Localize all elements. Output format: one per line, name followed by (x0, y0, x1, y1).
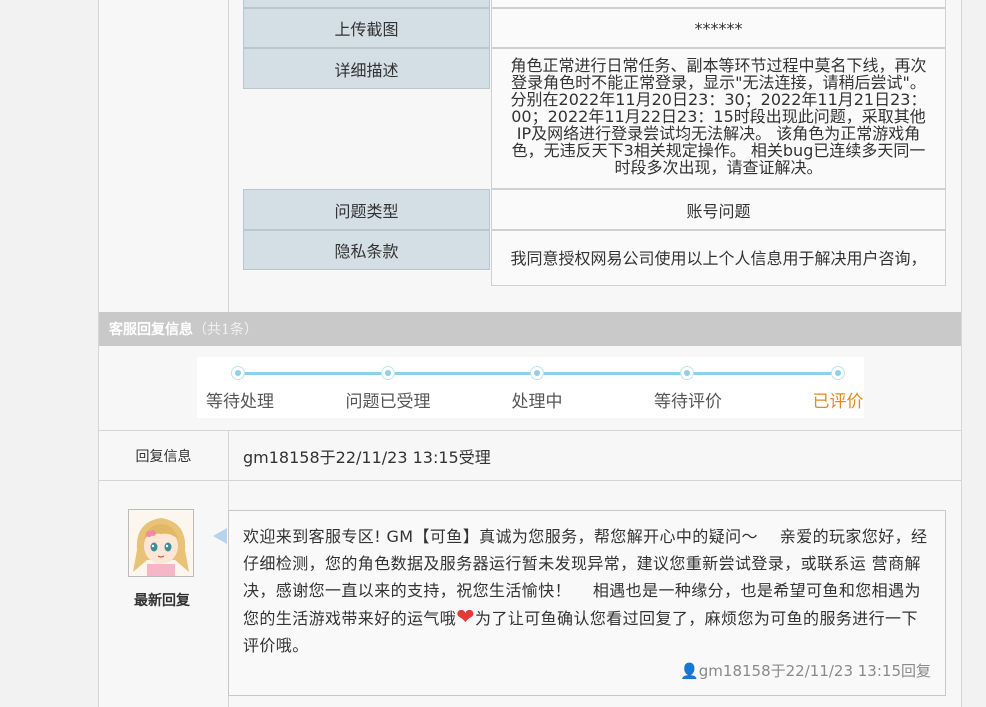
latest-reply-caption: 最新回复 (134, 593, 190, 609)
heart-icon: ❤ (456, 605, 476, 630)
label-privacy: 隐私条款 (243, 230, 490, 270)
reply-info-text: gm18158于22/11/23 13:15受理 (243, 448, 491, 467)
label-issue-type: 问题类型 (243, 189, 490, 230)
progress-step-awaiting-rating: 等待评价 (654, 392, 722, 412)
reply-section-header: 客服回复信息 （共1条） (99, 312, 961, 346)
progress-dot-5 (831, 366, 845, 380)
user-icon: 👤 (680, 662, 699, 680)
reply-bubble: 欢迎来到客服专区! GM【可鱼】真诚为您服务，帮您解开心中的疑问～ 亲爱的玩家您… (228, 510, 946, 696)
progress-dot-2 (381, 366, 395, 380)
value-issue-type: 账号问题 (491, 189, 946, 230)
gm-avatar-icon (129, 510, 193, 576)
label-screenshot: 上传截图 (243, 8, 490, 48)
value-screenshot: ****** (491, 8, 946, 48)
progress-step-waiting: 等待处理 (206, 392, 274, 412)
status-progress: 等待处理 问题已受理 处理中 等待评价 已评价 (197, 357, 864, 418)
progress-step-accepted: 问题已受理 (345, 392, 431, 412)
progress-dot-1 (231, 366, 245, 380)
bubble-pointer (213, 528, 227, 544)
reply-footer: 👤gm18158于22/11/23 13:15回复 (680, 660, 931, 681)
progress-step-rated: 已评价 (812, 392, 864, 412)
value-description: 角色正常进行日常任务、副本等环节过程中莫名下线，再次登录角色时不能正常登录，显示… (491, 48, 946, 189)
value-privacy: 我同意授权网易公司使用以上个人信息用于解决用户咨询， (491, 230, 946, 286)
reply-section-title: 客服回复信息 (109, 322, 193, 338)
gm-avatar (128, 509, 194, 577)
reply-info-label: 回复信息 (135, 449, 192, 465)
label-description: 详细描述 (243, 48, 490, 89)
reply-section-count: （共1条） (193, 322, 258, 338)
progress-dot-4 (680, 366, 694, 380)
row-top-edge-label (243, 0, 490, 8)
reply-footer-text: gm18158于22/11/23 13:15回复 (698, 662, 931, 680)
progress-step-processing: 处理中 (511, 392, 563, 412)
progress-dot-3 (530, 366, 544, 380)
divider (99, 480, 961, 481)
row-top-edge-value (491, 0, 946, 8)
reply-message: 欢迎来到客服专区! GM【可鱼】真诚为您服务，帮您解开心中的疑问～ 亲爱的玩家您… (243, 523, 931, 659)
column-divider (228, 0, 229, 312)
